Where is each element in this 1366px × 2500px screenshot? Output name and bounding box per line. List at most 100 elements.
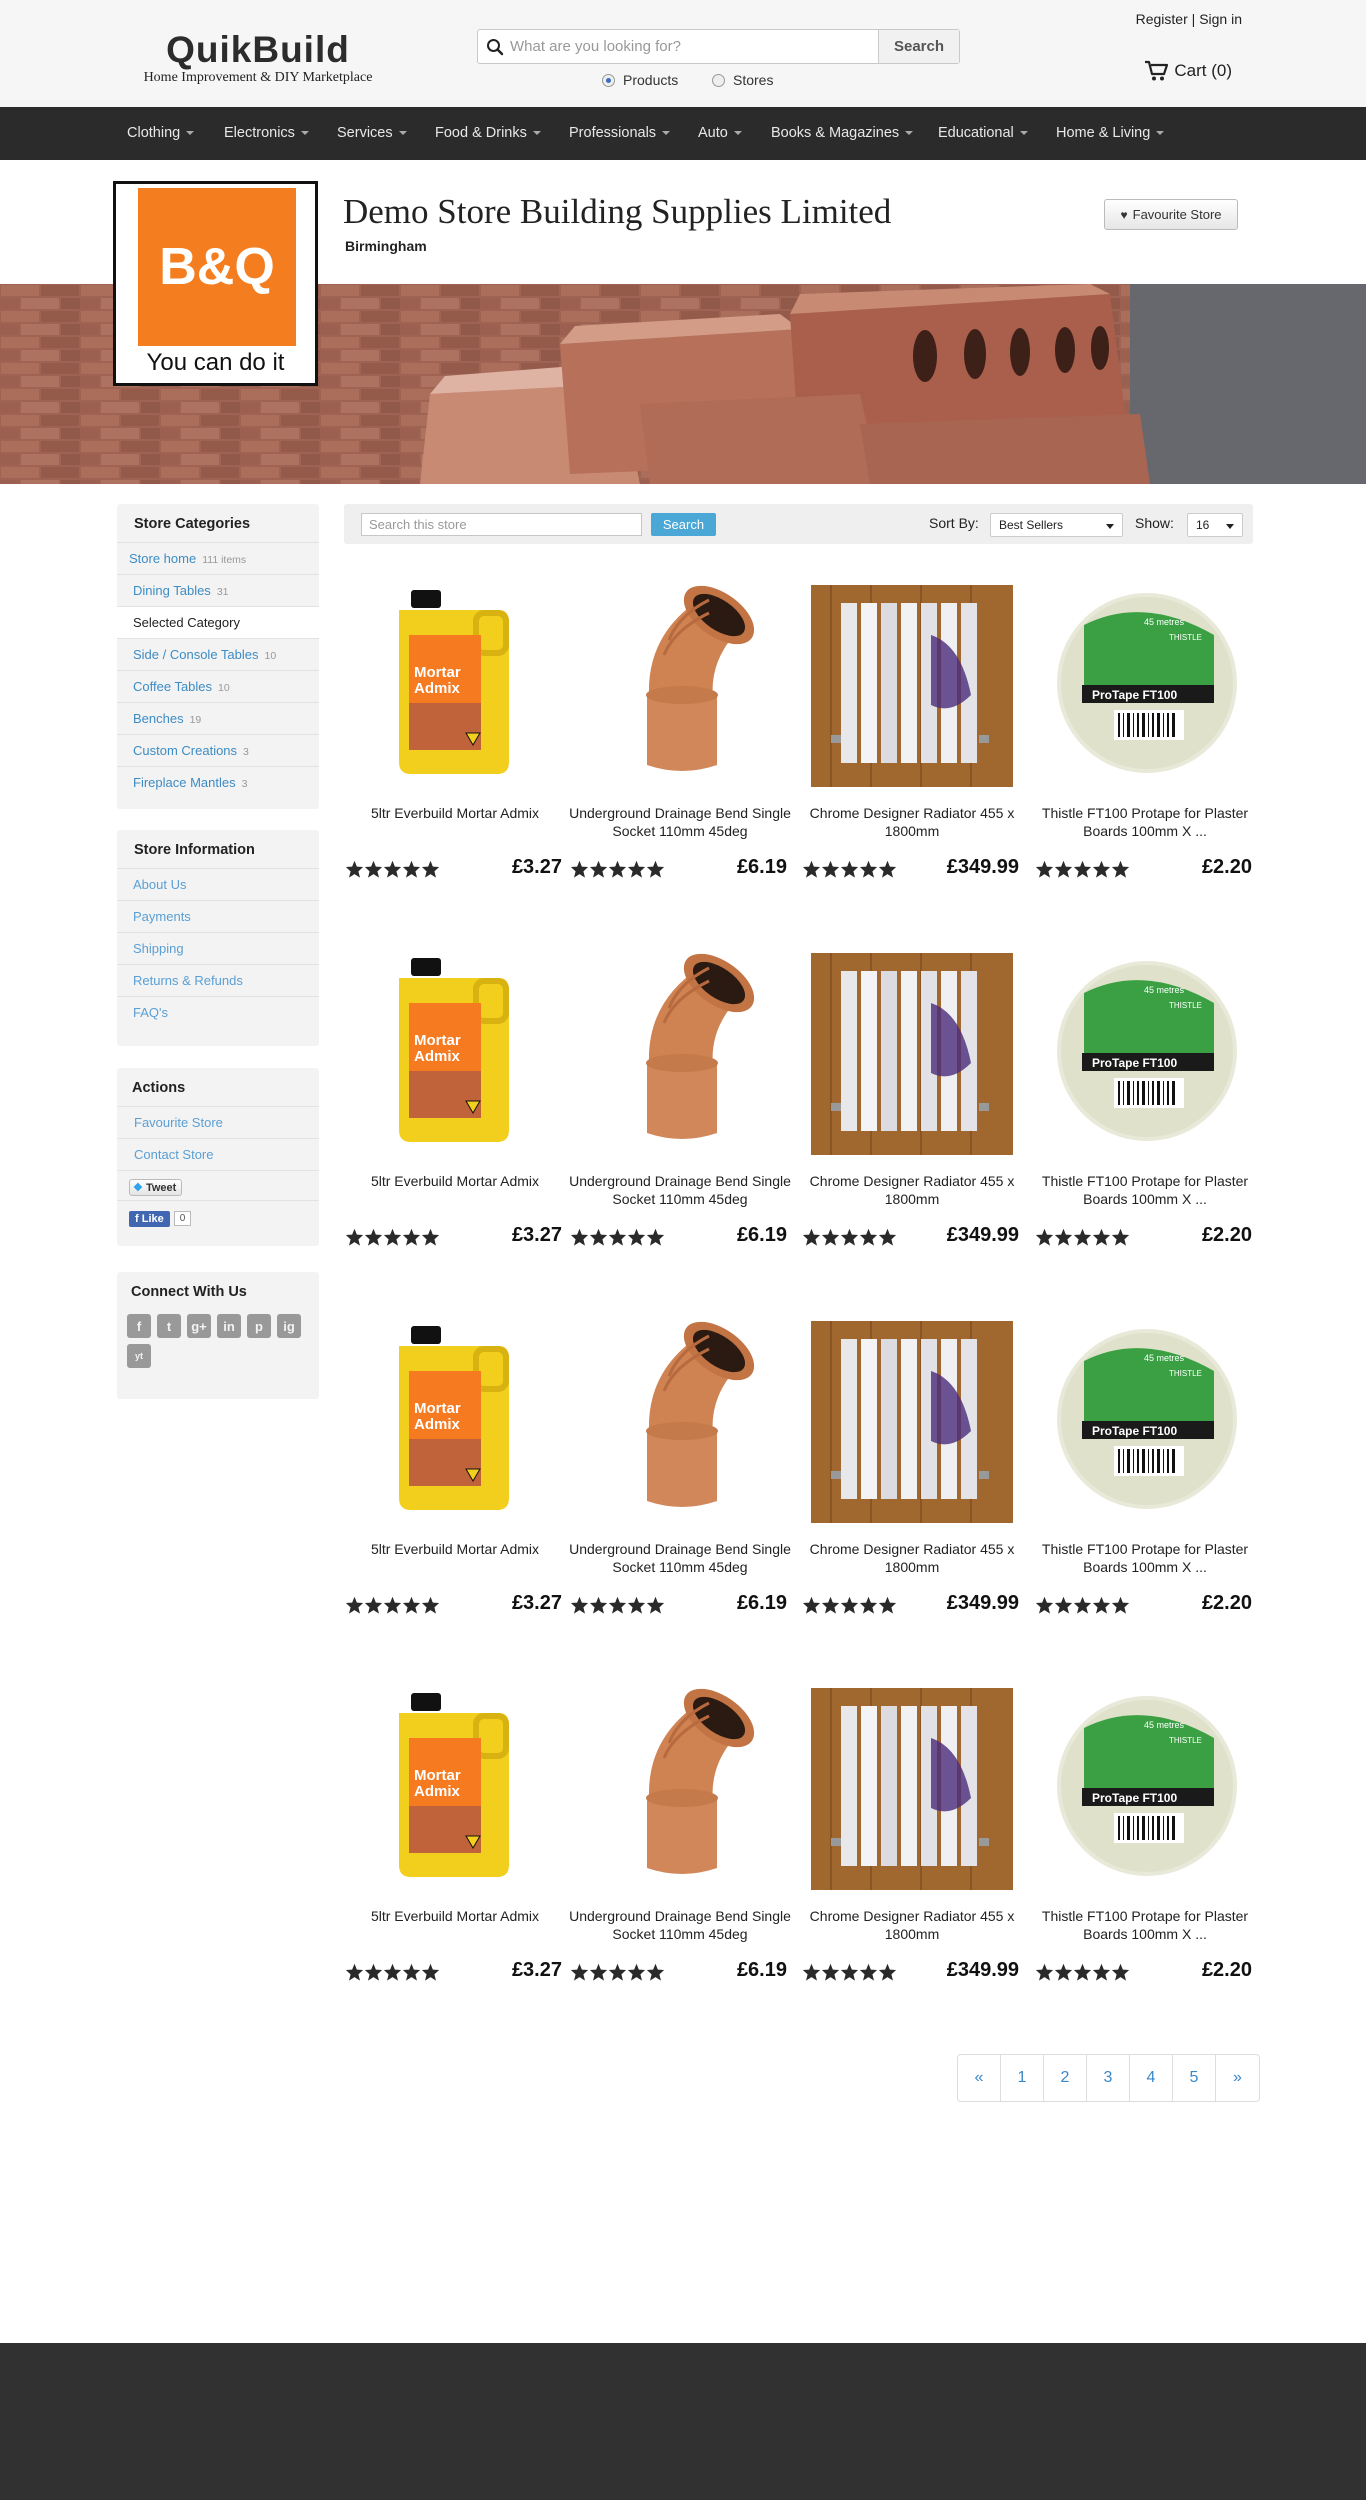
product-image[interactable]: Mortar Admix (354, 953, 556, 1155)
product-card[interactable]: Mortar Admix 5ltr Everbuild Mortar Admix £3… (340, 1688, 570, 2028)
product-image[interactable] (579, 1688, 781, 1890)
store-search-button[interactable]: Search (651, 513, 716, 536)
instagram-social-icon[interactable]: ig (277, 1314, 301, 1338)
register-link[interactable]: Register (1136, 11, 1188, 27)
product-card[interactable]: 45 metres THISTLE ProTape FT100 Thistle FT1… (1030, 1321, 1260, 1661)
product-image[interactable]: 45 metres THISTLE ProTape FT100 (1044, 953, 1246, 1155)
category-side-console-tables[interactable]: Side / Console Tables 10 (117, 638, 319, 670)
product-card[interactable]: Mortar Admix 5ltr Everbuild Mortar Admix £3… (340, 1321, 570, 1661)
product-image[interactable] (811, 1321, 1013, 1523)
cart-link[interactable]: Cart (0) (1144, 60, 1232, 82)
product-card[interactable]: 45 metres THISTLE ProTape FT100 Thistle FT1… (1030, 953, 1260, 1293)
product-card[interactable]: 45 metres THISTLE ProTape FT100 Thistle FT1… (1030, 1688, 1260, 2028)
product-image[interactable] (811, 1688, 1013, 1890)
nav-item-professionals[interactable]: Professionals (569, 107, 671, 160)
product-name[interactable]: Chrome Designer Radiator 455 x 1800mm (797, 804, 1027, 840)
sign-in-link[interactable]: Sign in (1199, 11, 1242, 27)
product-card[interactable]: 45 metres THISTLE ProTape FT100 Thistle FT1… (1030, 585, 1260, 925)
product-image[interactable]: Mortar Admix (354, 585, 556, 787)
tweet-button[interactable]: ❖ Tweet (129, 1179, 183, 1196)
page-next[interactable]: » (1216, 2055, 1259, 2101)
product-name[interactable]: 5ltr Everbuild Mortar Admix (340, 804, 570, 840)
product-image[interactable] (811, 585, 1013, 787)
product-name[interactable]: Thistle FT100 Protape for Plaster Boards… (1030, 1907, 1260, 1943)
product-name[interactable]: Underground Drainage Bend Single Socket … (565, 1172, 795, 1208)
product-image[interactable] (579, 585, 781, 787)
search-input[interactable] (510, 30, 854, 63)
nav-item-electronics[interactable]: Electronics (224, 107, 309, 160)
nav-item-clothing[interactable]: Clothing (127, 107, 195, 160)
google-plus-social-icon[interactable]: g+ (187, 1314, 211, 1338)
nav-item-educational[interactable]: Educational (938, 107, 1028, 160)
product-name[interactable]: Underground Drainage Bend Single Socket … (565, 1907, 795, 1943)
category-store-home[interactable]: Store home 111 items (117, 542, 319, 574)
product-card[interactable]: Chrome Designer Radiator 455 x 1800mm £34… (797, 585, 1027, 925)
product-image[interactable] (811, 953, 1013, 1155)
product-image[interactable]: 45 metres THISTLE ProTape FT100 (1044, 585, 1246, 787)
facebook-social-icon[interactable]: f (127, 1314, 151, 1338)
twitter-social-icon[interactable]: t (157, 1314, 181, 1338)
product-name[interactable]: Thistle FT100 Protape for Plaster Boards… (1030, 1540, 1260, 1576)
category-benches[interactable]: Benches 19 (117, 702, 319, 734)
link-about-us[interactable]: About Us (117, 868, 319, 900)
radio-dot[interactable] (712, 73, 725, 87)
contact-store-link[interactable]: Contact Store (117, 1138, 319, 1170)
product-card[interactable]: Underground Drainage Bend Single Socket … (565, 1688, 795, 2028)
product-name[interactable]: Underground Drainage Bend Single Socket … (565, 804, 795, 840)
category-coffee-tables[interactable]: Coffee Tables 10 (117, 670, 319, 702)
product-name[interactable]: Chrome Designer Radiator 455 x 1800mm (797, 1907, 1027, 1943)
category-dining-tables[interactable]: Dining Tables 31 (117, 574, 319, 606)
product-name[interactable]: 5ltr Everbuild Mortar Admix (340, 1907, 570, 1943)
product-card[interactable]: Underground Drainage Bend Single Socket … (565, 953, 795, 1293)
show-select[interactable]: 16 (1187, 513, 1243, 537)
favourite-store-link[interactable]: Favourite Store (117, 1106, 319, 1138)
product-name[interactable]: Underground Drainage Bend Single Socket … (565, 1540, 795, 1576)
nav-item-books-magazines[interactable]: Books & Magazines (771, 107, 914, 160)
link-shipping[interactable]: Shipping (117, 932, 319, 964)
page-5[interactable]: 5 (1173, 2055, 1216, 2101)
page-prev[interactable]: « (958, 2055, 1001, 2101)
nav-item-auto[interactable]: Auto (698, 107, 742, 160)
radio-dot-selected[interactable] (602, 73, 615, 87)
product-image[interactable] (579, 1321, 781, 1523)
product-name[interactable]: 5ltr Everbuild Mortar Admix (340, 1540, 570, 1576)
nav-item-food-drinks[interactable]: Food & Drinks (435, 107, 541, 160)
product-image[interactable]: 45 metres THISTLE ProTape FT100 (1044, 1321, 1246, 1523)
category-custom-creations[interactable]: Custom Creations 3 (117, 734, 319, 766)
youtube-social-icon[interactable]: yt (127, 1344, 151, 1368)
product-image[interactable]: 45 metres THISTLE ProTape FT100 (1044, 1688, 1246, 1890)
nav-item-home-living[interactable]: Home & Living (1056, 107, 1165, 160)
link-returns-refunds[interactable]: Returns & Refunds (117, 964, 319, 996)
link-faqs[interactable]: FAQ's (117, 996, 319, 1028)
page-4[interactable]: 4 (1130, 2055, 1173, 2101)
product-name[interactable]: 5ltr Everbuild Mortar Admix (340, 1172, 570, 1208)
radio-stores[interactable]: Stores (712, 72, 773, 88)
category-selected[interactable]: Selected Category (117, 606, 319, 638)
store-search-input[interactable]: Search this store (361, 513, 642, 536)
product-card[interactable]: Mortar Admix 5ltr Everbuild Mortar Admix £3… (340, 585, 570, 925)
radio-products[interactable]: Products (602, 72, 678, 88)
product-name[interactable]: Thistle FT100 Protape for Plaster Boards… (1030, 1172, 1260, 1208)
facebook-like-button[interactable]: f Like (129, 1210, 170, 1227)
product-image[interactable]: Mortar Admix (354, 1321, 556, 1523)
linkedin-social-icon[interactable]: in (217, 1314, 241, 1338)
page-1[interactable]: 1 (1001, 2055, 1044, 2101)
product-card[interactable]: Chrome Designer Radiator 455 x 1800mm £34… (797, 1321, 1027, 1661)
page-3[interactable]: 3 (1087, 2055, 1130, 2101)
product-name[interactable]: Thistle FT100 Protape for Plaster Boards… (1030, 804, 1260, 840)
sort-select[interactable]: Best Sellers (990, 513, 1123, 537)
site-logo[interactable]: QuikBuild Home Improvement & DIY Marketp… (123, 28, 393, 86)
product-card[interactable]: Chrome Designer Radiator 455 x 1800mm £34… (797, 953, 1027, 1293)
link-payments[interactable]: Payments (117, 900, 319, 932)
nav-item-services[interactable]: Services (337, 107, 407, 160)
product-card[interactable]: Underground Drainage Bend Single Socket … (565, 585, 795, 925)
search-button[interactable]: Search (878, 30, 959, 63)
category-fireplace-mantles[interactable]: Fireplace Mantles 3 (117, 766, 319, 798)
product-card[interactable]: Mortar Admix 5ltr Everbuild Mortar Admix £3… (340, 953, 570, 1293)
product-card[interactable]: Chrome Designer Radiator 455 x 1800mm £34… (797, 1688, 1027, 2028)
product-name[interactable]: Chrome Designer Radiator 455 x 1800mm (797, 1540, 1027, 1576)
favourite-store-button[interactable]: ♥ Favourite Store (1104, 199, 1238, 230)
pinterest-social-icon[interactable]: p (247, 1314, 271, 1338)
product-name[interactable]: Chrome Designer Radiator 455 x 1800mm (797, 1172, 1027, 1208)
product-image[interactable] (579, 953, 781, 1155)
